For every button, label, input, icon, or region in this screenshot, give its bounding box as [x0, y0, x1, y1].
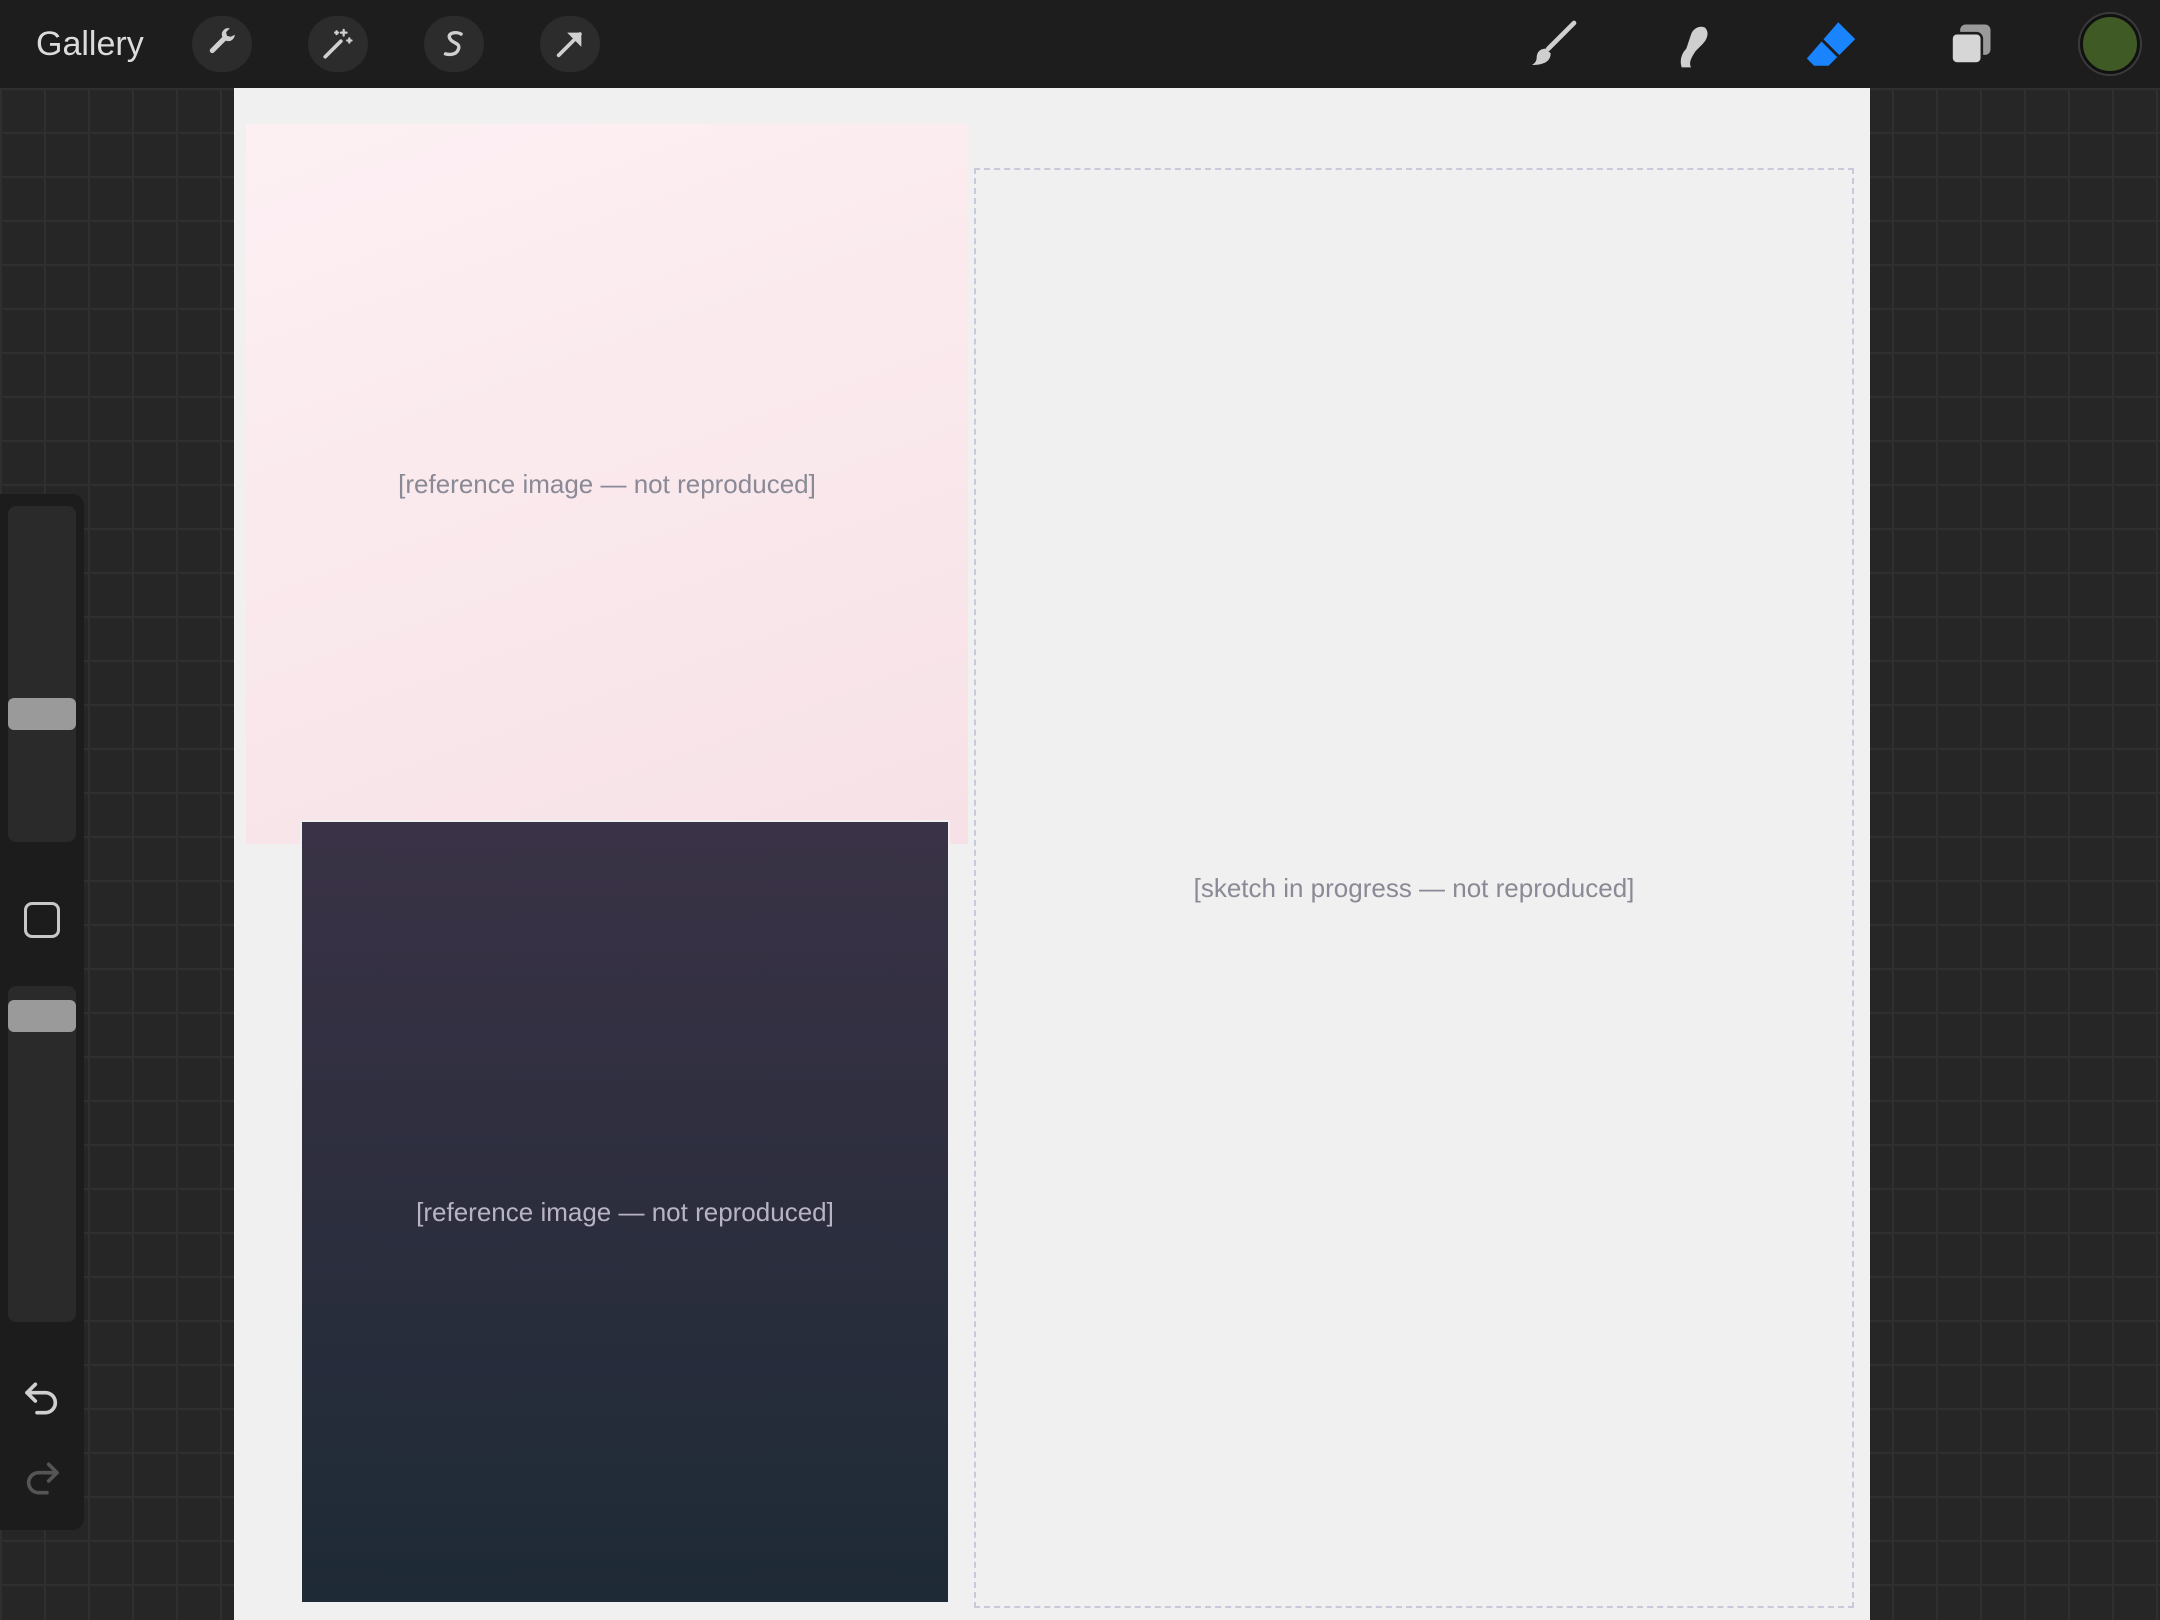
undo-icon [25, 1382, 58, 1415]
placeholder-note: [reference image — not reproduced] [398, 468, 816, 499]
layers-button[interactable] [1936, 12, 2006, 76]
modify-button[interactable] [24, 902, 60, 938]
layers-icon [1950, 24, 1991, 65]
color-swatch[interactable] [2080, 14, 2140, 74]
transform-button[interactable] [540, 16, 600, 72]
eraser-button[interactable] [1796, 12, 1866, 76]
placeholder-note: [reference image — not reproduced] [416, 1196, 834, 1227]
adjustments-button[interactable] [308, 16, 368, 72]
opacity-slider[interactable] [8, 986, 76, 1322]
redo-button[interactable] [20, 1454, 64, 1498]
smudge-button[interactable] [1656, 12, 1726, 76]
magic-wand-icon [323, 28, 353, 59]
redo-icon [26, 1462, 59, 1495]
placeholder-note: [sketch in progress — not reproduced] [1193, 872, 1635, 903]
reference-image-bottom: [reference image — not reproduced] [300, 820, 950, 1604]
selection-button[interactable] [424, 16, 484, 72]
brush-button[interactable] [1518, 12, 1588, 76]
gallery-button[interactable]: Gallery [36, 22, 144, 66]
brush-size-thumb[interactable] [8, 698, 76, 730]
selection-icon [443, 30, 463, 57]
drawing-canvas[interactable]: [reference image — not reproduced] [sket… [234, 88, 1870, 1620]
brush-icon [1532, 20, 1577, 65]
smudge-icon [1680, 26, 1708, 68]
sidebar [0, 494, 84, 1530]
wrench-icon [209, 28, 235, 54]
actions-button[interactable] [192, 16, 252, 72]
eraser-icon [1806, 22, 1856, 66]
top-toolbar: Gallery [0, 0, 2160, 88]
brush-size-slider[interactable] [8, 506, 76, 842]
sketch-area[interactable]: [sketch in progress — not reproduced] [974, 168, 1854, 1608]
undo-button[interactable] [20, 1374, 64, 1418]
transform-arrow-icon [556, 32, 582, 58]
reference-image-top: [reference image — not reproduced] [246, 124, 968, 844]
opacity-thumb[interactable] [8, 1000, 76, 1032]
